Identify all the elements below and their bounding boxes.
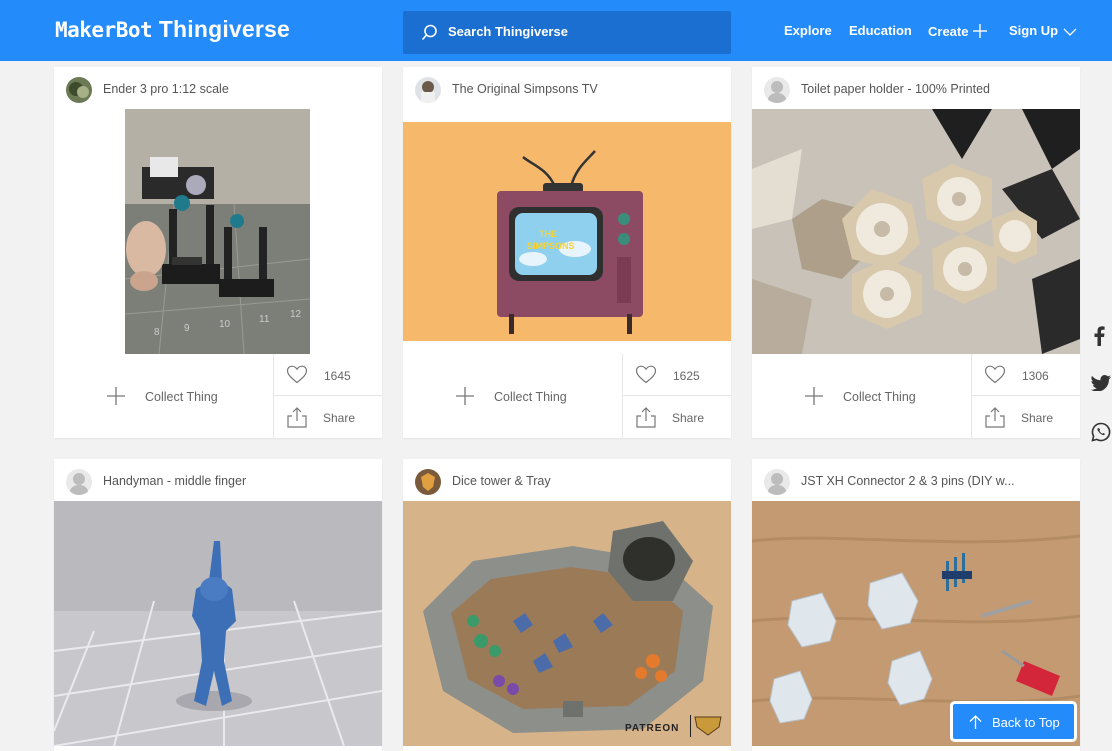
share-label: Share [672,411,705,425]
collect-thing-label: Collect Thing [494,390,567,404]
thing-card: Ender 3 pro 1:12 scale 8 9 10 11 12 Coll… [54,67,382,438]
social-share-bar [1085,313,1112,453]
back-to-top-button[interactable]: Back to Top [953,704,1074,739]
svg-text:11: 11 [259,314,270,325]
thing-title[interactable]: JST XH Connector 2 & 3 pins (DIY w... [801,474,1015,488]
like-count: 1625 [673,369,700,383]
search-placeholder: Search Thingiverse [448,24,568,39]
share-label: Share [1021,411,1054,425]
like-count: 1645 [324,369,351,383]
back-to-top-label: Back to Top [992,715,1060,730]
thing-title[interactable]: Handyman - middle finger [103,474,246,488]
share-icon [636,407,656,428]
nav-sign-up[interactable]: Sign Up [1009,23,1078,38]
search-bar[interactable]: Search Thingiverse [403,11,731,54]
thing-title[interactable]: Ender 3 pro 1:12 scale [103,82,229,96]
thing-title[interactable]: The Original Simpsons TV [452,82,598,96]
share-button[interactable]: Share [622,396,731,438]
plus-icon [973,24,988,38]
collect-thing-label: Collect Thing [145,390,218,404]
share-button[interactable]: Share [273,396,382,438]
arrow-up-icon [969,715,982,729]
heart-icon [286,365,308,384]
top-navigation-bar: MakerBot Thingiverse Search Thingiverse … [0,0,1112,61]
nav-create[interactable]: Create [928,23,988,39]
collect-thing-button[interactable]: Collect Thing [54,354,273,438]
plus-icon [456,387,474,405]
patreon-watermark: PATREON [625,723,679,734]
nav-create-label: Create [928,24,969,39]
collect-thing-label: Collect Thing [843,390,916,404]
thing-image[interactable]: 8 9 10 11 12 [54,109,382,354]
collect-thing-button[interactable]: Collect Thing [403,354,622,438]
card-actions: Collect Thing 1645 Share [54,354,382,438]
twitter-icon[interactable] [1091,375,1111,391]
nav-education[interactable]: Education [849,23,912,38]
plus-icon [107,387,125,405]
search-icon [421,24,437,41]
svg-text:9: 9 [184,323,190,334]
share-label: Share [323,411,356,425]
svg-text:12: 12 [290,309,302,320]
thing-card: Handyman - middle finger [54,459,382,751]
thing-card: Toilet paper holder - 100% Printed Colle… [752,67,1080,438]
whatsapp-icon[interactable] [1091,422,1111,442]
thing-image[interactable]: THE SIMPSONS [403,109,731,354]
avatar[interactable] [764,77,790,103]
facebook-icon[interactable] [1093,326,1105,346]
like-button[interactable]: 1625 [622,354,731,396]
svg-text:SIMPSONS: SIMPSONS [527,241,575,251]
thing-image[interactable] [54,501,382,746]
share-button[interactable]: Share [971,396,1080,438]
thing-image[interactable] [752,109,1080,354]
svg-text:10: 10 [219,319,231,330]
thing-title[interactable]: Dice tower & Tray [452,474,551,488]
makerbot-thingiverse-logo[interactable]: MakerBot Thingiverse [55,16,290,43]
avatar[interactable] [66,469,92,495]
svg-text:THE: THE [539,229,557,239]
svg-text:8: 8 [154,327,160,338]
thing-image[interactable]: PATREON [403,501,731,746]
thing-card: Dice tower & Tray PATREON [403,459,731,751]
heart-icon [984,365,1006,384]
like-button[interactable]: 1645 [273,354,382,396]
thing-title[interactable]: Toilet paper holder - 100% Printed [801,82,990,96]
nav-sign-up-label: Sign Up [1009,23,1059,38]
avatar[interactable] [66,77,92,103]
nav-explore[interactable]: Explore [784,23,832,38]
avatar[interactable] [764,469,790,495]
thing-card: The Original Simpsons TV THE SIMPSONS Co… [403,67,731,438]
share-icon [287,407,307,428]
avatar[interactable] [415,77,441,103]
collect-thing-button[interactable]: Collect Thing [752,354,971,438]
chevron-down-icon [1063,28,1077,36]
like-button[interactable]: 1306 [971,354,1080,396]
avatar[interactable] [415,469,441,495]
like-count: 1306 [1022,369,1049,383]
share-icon [985,407,1005,428]
card-actions: Collect Thing 1306 Share [752,354,1080,438]
plus-icon [805,387,823,405]
heart-icon [635,365,657,384]
card-actions: Collect Thing 1625 Share [403,354,731,438]
